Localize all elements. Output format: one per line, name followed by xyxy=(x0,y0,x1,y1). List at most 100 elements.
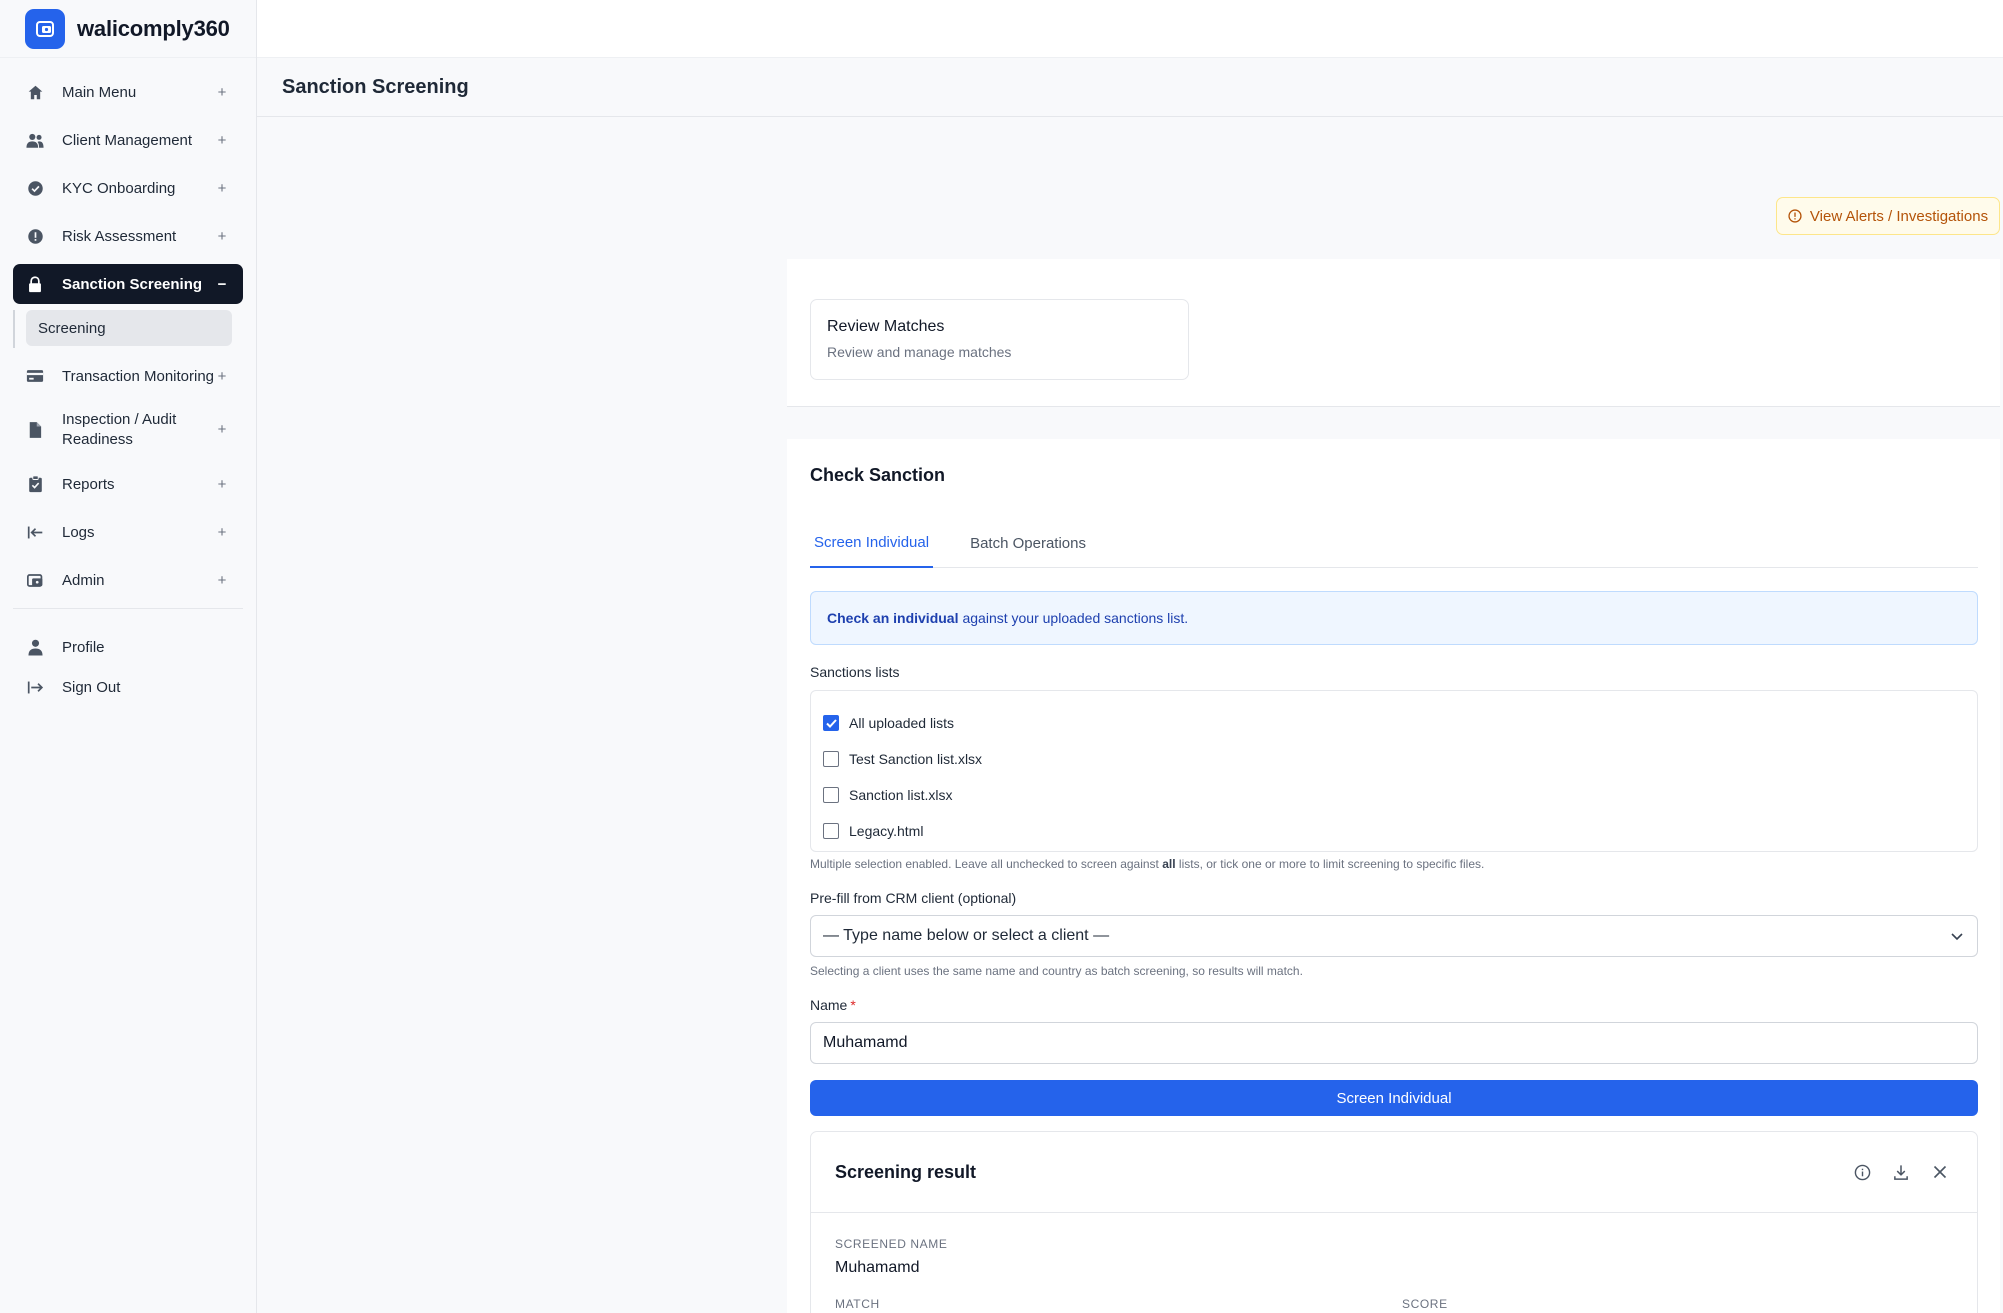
review-matches-title: Review Matches xyxy=(827,318,945,335)
sidebar-item-label: Logs xyxy=(62,523,95,541)
review-matches-card[interactable]: Review Matches Review and manage matches xyxy=(810,299,1189,380)
list-option-label: All uploaded lists xyxy=(849,715,955,731)
info-icon[interactable] xyxy=(1851,1161,1873,1183)
sidebar-item-label: Main Menu xyxy=(62,83,137,101)
sidebar-item-risk-assessment[interactable]: Risk Assessment + xyxy=(13,216,243,256)
clipboard-check-icon xyxy=(26,475,44,493)
sidebar: walicomply360 Main Menu + Client Managem… xyxy=(0,0,257,1313)
expand-icon[interactable]: + xyxy=(215,84,229,101)
expand-icon[interactable]: + xyxy=(215,228,229,245)
app-name: walicomply360 xyxy=(77,15,230,41)
expand-icon[interactable]: + xyxy=(215,180,229,197)
prefill-label: Pre-fill from CRM client (optional) xyxy=(810,890,1017,906)
screening-result-title: Screening result xyxy=(835,1161,977,1182)
sanctions-lists-box: All uploaded lists Test Sanction list.xl… xyxy=(810,690,1978,852)
tabs: Screen Individual Batch Operations xyxy=(810,519,1978,568)
lists-help-bold: all xyxy=(1162,857,1176,871)
sidebar-item-main-menu[interactable]: Main Menu + xyxy=(13,72,243,112)
sign-out-icon xyxy=(26,678,44,696)
sidebar-item-label: Client Management xyxy=(62,131,193,149)
name-input[interactable] xyxy=(810,1022,1978,1064)
checkbox-checked[interactable] xyxy=(823,715,839,731)
document-icon xyxy=(26,421,44,439)
expand-icon[interactable]: + xyxy=(215,368,229,385)
list-option-label: Legacy.html xyxy=(849,823,924,839)
score-label: SCORE xyxy=(1402,1297,1448,1311)
admin-icon xyxy=(26,571,44,589)
prefill-select-value: — Type name below or select a client — xyxy=(823,927,1110,944)
lists-help-part1: Multiple selection enabled. Leave all un… xyxy=(810,857,1159,871)
expand-icon[interactable]: + xyxy=(215,476,229,493)
name-label: Name * xyxy=(810,997,856,1013)
alert-circle-icon xyxy=(26,227,44,245)
page-title: Sanction Screening xyxy=(282,75,469,98)
sidebar-item-label: Sanction Screening xyxy=(62,275,203,293)
info-icon xyxy=(1788,209,1802,223)
sidebar-item-transaction-monitoring[interactable]: Transaction Monitoring + xyxy=(13,356,243,396)
sidebar-item-label: Inspection / Audit Readiness xyxy=(62,411,177,448)
screening-result-card: Screening result SCREENED NAME Muhamamd … xyxy=(810,1131,1978,1313)
sidebar-item-admin[interactable]: Admin + xyxy=(13,560,243,600)
sidebar-item-client-management[interactable]: Client Management + xyxy=(13,120,243,160)
sidebar-item-label: Reports xyxy=(62,475,115,493)
list-option-sanction-list[interactable]: Sanction list.xlsx xyxy=(811,777,1977,813)
sidebar-item-logs[interactable]: Logs + xyxy=(13,512,243,552)
sidebar-item-profile[interactable]: Profile xyxy=(13,629,243,665)
user-icon xyxy=(26,638,44,656)
download-icon[interactable] xyxy=(1890,1161,1912,1183)
sidebar-divider xyxy=(13,608,243,609)
list-option-legacy[interactable]: Legacy.html xyxy=(811,813,1977,849)
checkbox[interactable] xyxy=(823,787,839,803)
screened-name-value: Muhamamd xyxy=(835,1259,920,1276)
screened-name-label: SCREENED NAME xyxy=(835,1237,948,1251)
sidebar-item-inspection-audit-readiness[interactable]: Inspection / Audit Readiness + xyxy=(13,404,243,456)
sidebar-item-reports[interactable]: Reports + xyxy=(13,464,243,504)
sanctions-lists-label: Sanctions lists xyxy=(810,664,900,680)
match-label: MATCH xyxy=(835,1297,880,1311)
expand-icon[interactable]: + xyxy=(215,524,229,541)
close-icon[interactable] xyxy=(1929,1161,1951,1183)
list-option-label: Sanction list.xlsx xyxy=(849,787,953,803)
sidebar-nav: Main Menu + Client Management + KYC Onbo… xyxy=(0,58,256,705)
view-alerts-label: View Alerts / Investigations xyxy=(1809,207,1989,225)
chevron-down-icon xyxy=(1949,928,1965,944)
check-sanction-panel: Check Sanction Screen Individual Batch O… xyxy=(787,439,2000,1313)
review-matches-subtitle: Review and manage matches xyxy=(827,344,1012,360)
sidebar-item-label: Admin xyxy=(62,571,105,589)
logo-icon xyxy=(25,8,65,49)
check-sanction-title: Check Sanction xyxy=(810,465,946,485)
checkbox[interactable] xyxy=(823,823,839,839)
screen-individual-button[interactable]: Screen Individual xyxy=(810,1080,1978,1116)
checkbox[interactable] xyxy=(823,751,839,767)
page-header: Sanction Screening xyxy=(257,58,2003,117)
credit-card-icon xyxy=(26,367,44,385)
sidebar-item-sign-out[interactable]: Sign Out xyxy=(13,669,243,705)
collapse-icon[interactable]: − xyxy=(215,276,229,293)
expand-icon[interactable]: + xyxy=(215,572,229,589)
sidebar-item-kyc-onboarding[interactable]: KYC Onboarding + xyxy=(13,168,243,208)
info-banner-bold: Check an individual xyxy=(827,610,959,626)
list-option-label: Test Sanction list.xlsx xyxy=(849,751,983,767)
name-label-text: Name xyxy=(810,997,848,1013)
tab-batch-operations[interactable]: Batch Operations xyxy=(966,519,1090,568)
screening-result-header: Screening result xyxy=(811,1132,1977,1213)
arrow-left-bar-icon xyxy=(26,523,44,541)
home-icon xyxy=(26,83,44,101)
required-marker: * xyxy=(850,997,856,1013)
view-alerts-button[interactable]: View Alerts / Investigations xyxy=(1776,197,2000,235)
info-banner: Check an individual against your uploade… xyxy=(810,591,1978,645)
sidebar-item-label: Sign Out xyxy=(62,678,121,696)
sidebar-item-label: KYC Onboarding xyxy=(62,179,176,197)
sidebar-item-sanction-screening[interactable]: Sanction Screening − xyxy=(13,264,243,304)
sidebar-item-label: Profile xyxy=(62,638,105,656)
list-option-test-sanction[interactable]: Test Sanction list.xlsx xyxy=(811,741,1977,777)
tab-screen-individual[interactable]: Screen Individual xyxy=(810,519,934,568)
expand-icon[interactable]: + xyxy=(215,132,229,149)
brand[interactable]: walicomply360 xyxy=(0,0,256,58)
result-actions xyxy=(1834,1161,1951,1183)
list-option-all[interactable]: All uploaded lists xyxy=(811,705,1977,741)
expand-icon[interactable]: + xyxy=(215,420,229,440)
sidebar-subitem-screening[interactable]: Screening xyxy=(26,310,232,346)
prefill-client-select[interactable]: — Type name below or select a client — xyxy=(810,915,1978,957)
users-icon xyxy=(26,131,44,149)
